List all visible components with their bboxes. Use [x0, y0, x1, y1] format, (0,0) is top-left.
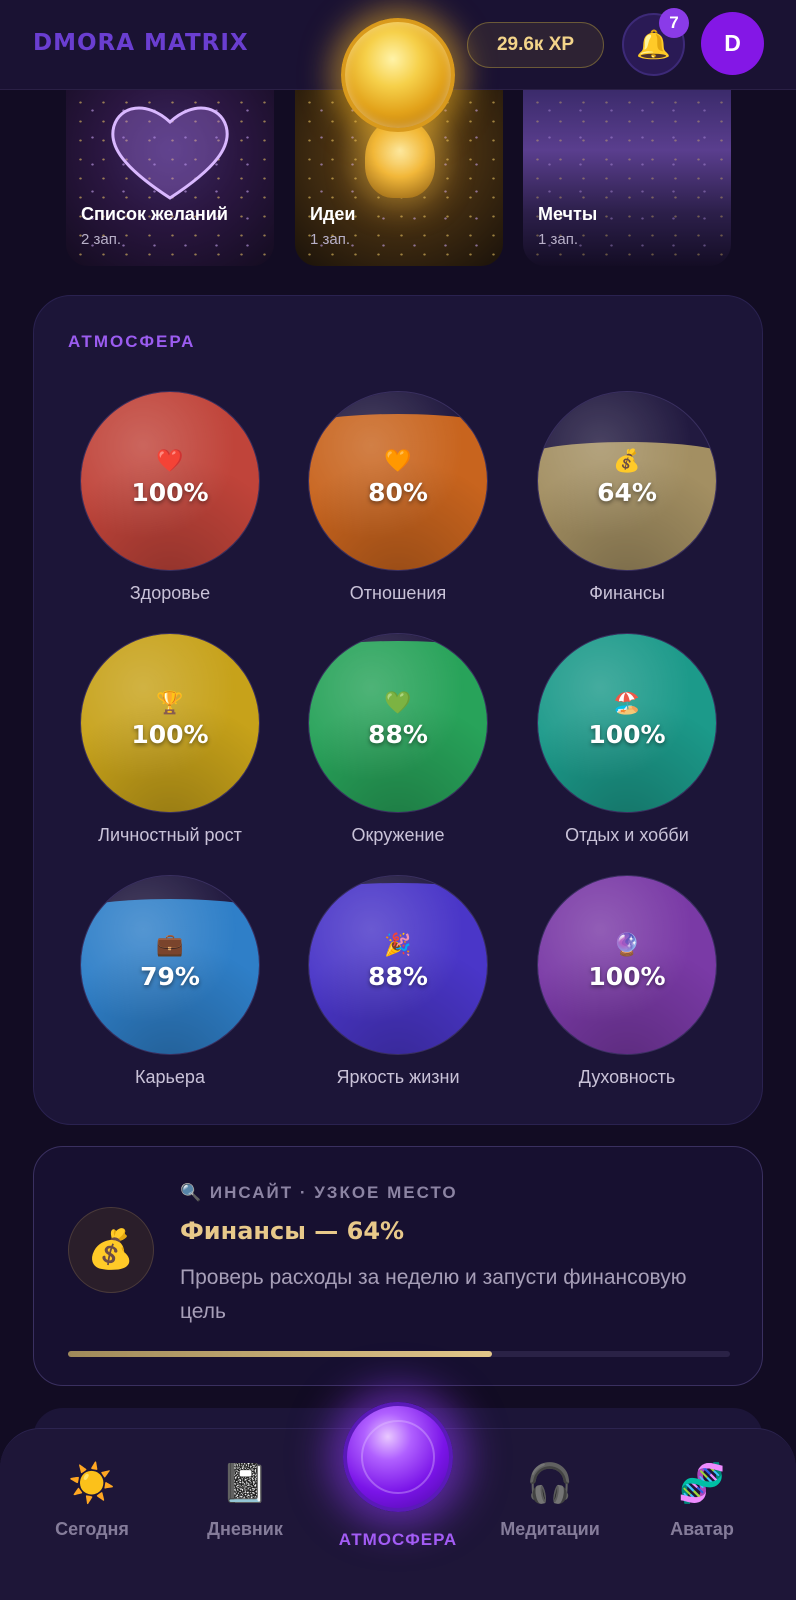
nav-meditations[interactable]: 🎧 Медитации: [480, 1459, 620, 1540]
sphere-emoji-icon: 🏖️: [613, 690, 641, 715]
sphere-percent: 79%: [140, 962, 200, 991]
dna-icon: 🧬: [678, 1463, 726, 1505]
sphere-label: Финансы: [589, 583, 665, 603]
sphere-8[interactable]: 🎉 88%: [308, 875, 488, 1055]
atmosphere-panel: АТМОСФЕРА ❤️ 100% Здоровье 🧡 80% Отношения 💰 64…: [33, 295, 763, 1125]
sphere-9[interactable]: 🔮 100%: [537, 875, 717, 1055]
sphere-percent: 64%: [597, 478, 657, 507]
insight-kicker: 🔍 ИНСАЙТ · УЗКОЕ МЕСТО: [180, 1183, 458, 1202]
avatar[interactable]: D: [701, 12, 764, 75]
sphere-emoji-icon: 🎉: [384, 932, 412, 957]
sphere-percent: 100%: [131, 478, 209, 507]
headphones-icon: 🎧: [526, 1463, 574, 1505]
sphere-emoji-icon: 🔮: [613, 932, 641, 957]
insight-progress-bar: [68, 1351, 730, 1357]
sphere-label: Отношения: [349, 583, 447, 603]
gold-orb-button[interactable]: [341, 18, 455, 132]
sphere-label: Духовность: [578, 1067, 676, 1087]
sphere-percent: 100%: [131, 720, 209, 749]
nav-label: Сегодня: [55, 1519, 129, 1539]
sphere-emoji-icon: 💼: [156, 932, 184, 957]
sphere-2[interactable]: 🧡 80%: [308, 391, 488, 571]
nav-journal[interactable]: 📓 Дневник: [175, 1459, 315, 1540]
category-title: Мечты: [538, 204, 598, 224]
category-card-wishlist[interactable]: Список желаний 2 зап.: [66, 88, 274, 266]
sphere-label: Окружение: [351, 825, 445, 845]
category-title: Идеи: [310, 204, 356, 224]
sphere-percent: 80%: [368, 478, 428, 507]
sphere-percent: 100%: [588, 962, 666, 991]
sun-icon: ☀️: [68, 1463, 116, 1505]
category-title: Список желаний: [81, 204, 228, 224]
notebook-icon: 📓: [221, 1463, 269, 1505]
nav-today[interactable]: ☀️ Сегодня: [22, 1459, 162, 1540]
sphere-emoji-icon: 💚: [384, 690, 412, 715]
sphere-emoji-icon: 💰: [613, 448, 641, 473]
sphere-5[interactable]: 💚 88%: [308, 633, 488, 813]
nav-atmosphere-orb[interactable]: [343, 1402, 453, 1512]
sphere-emoji-icon: ❤️: [156, 448, 184, 473]
nav-label: Аватар: [670, 1519, 734, 1539]
brand-logo[interactable]: DMORA MATRIX: [33, 30, 249, 56]
sphere-label: Карьера: [135, 1067, 205, 1087]
money-bag-icon: 💰: [68, 1207, 154, 1293]
xp-counter[interactable]: 29.6к XP: [467, 22, 604, 68]
heart-icon: [111, 106, 229, 200]
category-card-dreams[interactable]: Мечты 1 зап.: [523, 88, 731, 266]
sphere-percent: 88%: [368, 962, 428, 991]
sphere-7[interactable]: 💼 79%: [80, 875, 260, 1055]
nav-label: Дневник: [207, 1519, 283, 1539]
nav-atmosphere-label[interactable]: АТМОСФЕРА: [298, 1530, 498, 1550]
sphere-emoji-icon: 🧡: [384, 448, 412, 473]
sphere-3[interactable]: 💰 64%: [537, 391, 717, 571]
insight-text: Проверь расходы за неделю и запусти фина…: [180, 1266, 687, 1323]
sphere-percent: 100%: [588, 720, 666, 749]
category-count: 1 зап.: [538, 231, 579, 248]
sphere-4[interactable]: 🏆 100%: [80, 633, 260, 813]
sphere-label: Отдых и хобби: [565, 825, 689, 845]
sphere-label: Яркость жизни: [336, 1067, 460, 1087]
sphere-1[interactable]: ❤️ 100%: [80, 391, 260, 571]
orb-ring: [361, 1420, 435, 1494]
category-count: 1 зап.: [310, 231, 351, 248]
insight-title: Финансы — 64%: [180, 1217, 405, 1245]
notification-badge: 7: [659, 8, 689, 38]
insight-progress-fill: [68, 1351, 492, 1357]
section-title: АТМОСФЕРА: [68, 332, 196, 351]
sphere-label: Личностный рост: [98, 825, 242, 845]
sphere-6[interactable]: 🏖️ 100%: [537, 633, 717, 813]
category-count: 2 зап.: [81, 231, 122, 248]
sphere-label: Здоровье: [129, 583, 211, 603]
sphere-emoji-icon: 🏆: [156, 690, 184, 715]
insight-card[interactable]: 💰 🔍 ИНСАЙТ · УЗКОЕ МЕСТО Финансы — 64% П…: [33, 1146, 763, 1386]
sphere-percent: 88%: [368, 720, 428, 749]
nav-avatar[interactable]: 🧬 Аватар: [632, 1459, 772, 1540]
nav-label: Медитации: [500, 1519, 600, 1539]
